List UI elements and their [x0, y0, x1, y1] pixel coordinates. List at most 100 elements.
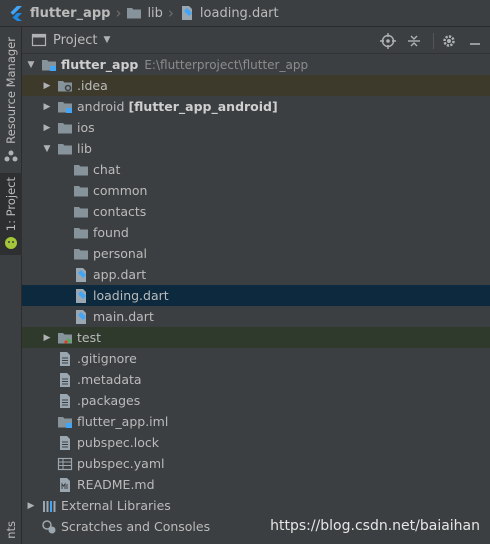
- tree-item-iml[interactable]: flutter_app.iml: [22, 411, 490, 432]
- tree-item-test[interactable]: ▶ test: [22, 327, 490, 348]
- tree-item-label: personal: [93, 246, 147, 261]
- tree-item-personal[interactable]: personal: [22, 243, 490, 264]
- tree-item-loading-dart[interactable]: loading.dart: [22, 285, 490, 306]
- tree-item-contacts[interactable]: contacts: [22, 201, 490, 222]
- dart-file-icon: [76, 267, 86, 282]
- tab-label: 1: Project: [4, 177, 18, 232]
- locate-icon[interactable]: [377, 30, 399, 52]
- tree-item-common[interactable]: common: [22, 180, 490, 201]
- tree-item-packages[interactable]: .packages: [22, 390, 490, 411]
- markdown-file-icon: [60, 477, 70, 492]
- tree-item-label: chat: [93, 162, 121, 177]
- chevron-right-icon[interactable]: ▶: [41, 75, 53, 96]
- chevron-right-icon[interactable]: ▶: [41, 327, 53, 348]
- tree-item-android[interactable]: ▶ android [flutter_app_android]: [22, 96, 490, 117]
- tree-item-label: flutter_app.iml: [77, 414, 169, 429]
- tree-item-label: contacts: [93, 204, 147, 219]
- module-folder-icon: [42, 59, 56, 71]
- tab-resource-manager[interactable]: Resource Manager: [0, 37, 22, 164]
- tab-partial[interactable]: nts: [0, 521, 22, 539]
- module-file-icon: [58, 416, 72, 428]
- tree-item-label: main.dart: [93, 309, 154, 324]
- test-folder-icon: [58, 332, 72, 344]
- folder-icon: [74, 206, 88, 217]
- project-tree: ▼ flutter_app E:\flutterproject\flutter_…: [22, 54, 490, 537]
- tree-item-label: .idea: [77, 78, 108, 93]
- tree-item-main-dart[interactable]: main.dart: [22, 306, 490, 327]
- tree-item-label: External Libraries: [61, 498, 171, 513]
- breadcrumb-label: loading.dart: [199, 5, 279, 21]
- tree-item-label: loading.dart: [93, 288, 169, 303]
- settings-gear-icon[interactable]: [438, 30, 460, 52]
- folder-icon: [74, 248, 88, 259]
- android-icon: [5, 237, 17, 250]
- libraries-icon: [43, 500, 56, 512]
- watermark: https://blog.csdn.net/baiaihan: [270, 518, 480, 534]
- tree-item-app-dart[interactable]: app.dart: [22, 264, 490, 285]
- tree-item-idea[interactable]: ▶ .idea: [22, 75, 490, 96]
- tree-item-label: .packages: [77, 393, 141, 408]
- navigation-breadcrumb: flutter_app › lib › loading.dart: [0, 0, 490, 27]
- resource-manager-icon: [4, 150, 18, 162]
- breadcrumb-project[interactable]: flutter_app: [8, 0, 110, 26]
- text-file-icon: [60, 372, 70, 387]
- tree-item-gitignore[interactable]: .gitignore: [22, 348, 490, 369]
- collapse-all-icon[interactable]: [403, 30, 425, 52]
- chevron-down-icon: ▼: [103, 35, 111, 45]
- tree-item-label: common: [93, 183, 148, 198]
- tab-label: Resource Manager: [4, 37, 18, 144]
- tree-item-label: test: [77, 330, 102, 345]
- yaml-file-icon: [57, 457, 73, 470]
- breadcrumb-separator: ›: [167, 4, 174, 22]
- text-file-icon: [60, 351, 70, 366]
- folder-icon: [74, 227, 88, 238]
- breadcrumb-label: flutter_app: [30, 5, 111, 21]
- view-selector[interactable]: Project ▼: [31, 32, 110, 48]
- tab-label: nts: [4, 521, 18, 539]
- flutter-icon: [10, 6, 22, 21]
- folder-icon: [58, 122, 72, 133]
- breadcrumb-separator: ›: [115, 4, 122, 22]
- hide-panel-icon[interactable]: [464, 30, 486, 52]
- tree-item-pubspec-lock[interactable]: pubspec.lock: [22, 432, 490, 453]
- tree-item-chat[interactable]: chat: [22, 159, 490, 180]
- tree-item-pubspec-yaml[interactable]: pubspec.yaml: [22, 453, 490, 474]
- tree-item-label: .metadata: [77, 372, 142, 387]
- chevron-right-icon[interactable]: ▶: [41, 117, 53, 138]
- breadcrumb-file[interactable]: loading.dart: [179, 0, 279, 26]
- dart-file-icon: [76, 309, 86, 324]
- chevron-down-icon[interactable]: ▼: [25, 54, 37, 75]
- breadcrumb-lib[interactable]: lib: [126, 0, 163, 26]
- panel-title: Project: [53, 32, 98, 48]
- dart-file-icon: [76, 288, 86, 303]
- tree-item-ios[interactable]: ▶ ios: [22, 117, 490, 138]
- project-view-icon: [31, 33, 47, 47]
- chevron-right-icon[interactable]: ▶: [41, 96, 53, 117]
- tree-item-lib[interactable]: ▼ lib: [22, 138, 490, 159]
- chevron-down-icon[interactable]: ▼: [41, 138, 53, 159]
- settings-folder-icon: [58, 80, 72, 91]
- folder-icon: [127, 8, 142, 19]
- tree-item-label: lib: [77, 141, 92, 156]
- tab-project[interactable]: 1: Project: [0, 173, 22, 256]
- project-panel: Project ▼ ▼ flutter_app E:\flutterprojec…: [22, 27, 490, 544]
- tree-item-label: android: [77, 99, 125, 114]
- tree-item-root[interactable]: ▼ flutter_app E:\flutterproject\flutter_…: [22, 54, 490, 75]
- tree-item-label: app.dart: [93, 267, 147, 282]
- left-tool-strip: Resource Manager 1: Project nts: [0, 27, 22, 544]
- project-path: E:\flutterproject\flutter_app: [144, 57, 309, 72]
- breadcrumb-label: lib: [147, 5, 163, 21]
- tree-item-label: .gitignore: [77, 351, 137, 366]
- panel-toolbar: [377, 27, 490, 54]
- tree-item-found[interactable]: found: [22, 222, 490, 243]
- folder-icon: [74, 164, 88, 175]
- toolbar-divider: [433, 32, 434, 49]
- tree-item-readme[interactable]: README.md: [22, 474, 490, 495]
- chevron-right-icon[interactable]: ▶: [25, 495, 37, 516]
- tree-item-metadata[interactable]: .metadata: [22, 369, 490, 390]
- module-name: [flutter_app_android]: [128, 99, 278, 114]
- text-file-icon: [60, 393, 70, 408]
- tree-item-external-libraries[interactable]: ▶ External Libraries: [22, 495, 490, 516]
- dart-file-icon: [181, 6, 192, 20]
- scratches-icon: [42, 519, 56, 533]
